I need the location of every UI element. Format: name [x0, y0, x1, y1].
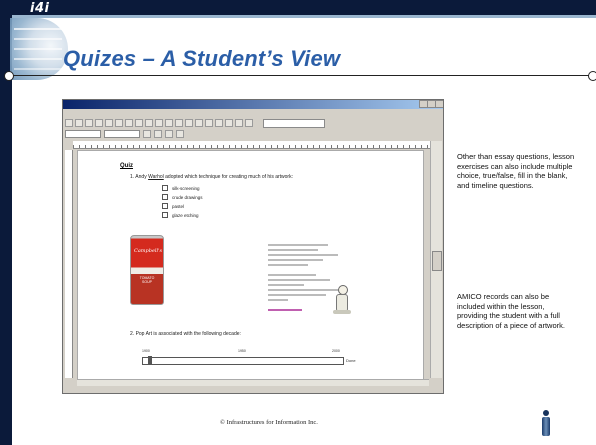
vertical-scrollbar[interactable]: [430, 141, 442, 378]
timeline-label-mid: 1950: [238, 349, 246, 353]
toolbar-button[interactable]: [155, 119, 163, 127]
option-label: crude drawings: [172, 194, 203, 200]
option-crude-drawings[interactable]: crude drawings: [162, 194, 203, 200]
toolbar-button[interactable]: [145, 119, 153, 127]
vertical-ruler: [65, 150, 73, 378]
toolbar-button[interactable]: [225, 119, 233, 127]
artist-link[interactable]: Warhol: [148, 174, 164, 180]
globe-decoration: [10, 18, 68, 80]
quiz-heading: Quiz: [120, 163, 133, 169]
question-2: 2. Pop Art is associated with the follow…: [130, 331, 241, 337]
option-checkbox[interactable]: [162, 203, 168, 209]
question-1: 1. Andy Warhol adopted which technique f…: [130, 174, 293, 180]
toolbar-button[interactable]: [105, 119, 113, 127]
can-brand-text: Campbell's: [134, 248, 163, 254]
top-frame-bar: i4i: [0, 0, 596, 18]
toolbar-button[interactable]: [165, 119, 173, 127]
embedded-screenshot: Quiz 1. Andy Warhol adopted which techni…: [62, 99, 444, 394]
toolbar-button[interactable]: [143, 130, 151, 138]
style-select[interactable]: [65, 130, 101, 138]
title-divider: [8, 75, 592, 76]
question-text-pre: Andy: [135, 174, 149, 180]
brand-logo: i4i: [30, 1, 50, 16]
address-field[interactable]: [263, 118, 325, 128]
can-label-text: TOMATO SOUP: [139, 276, 155, 284]
option-checkbox[interactable]: [162, 212, 168, 218]
option-checkbox[interactable]: [162, 194, 168, 200]
toolbar: [65, 117, 441, 129]
status-bar: [63, 386, 443, 393]
option-glaze-etching[interactable]: glaze etching: [162, 212, 203, 218]
timeline-label-start: 1900: [142, 349, 150, 353]
toolbar-button[interactable]: [85, 119, 93, 127]
option-checkbox[interactable]: [162, 185, 168, 191]
slide-title: Quizes – A Student’s View: [63, 46, 341, 71]
question-number: 2.: [130, 331, 135, 337]
option-pastel[interactable]: pastel: [162, 203, 203, 209]
menu-bar: [63, 109, 443, 117]
timeline-label-end: 2000: [332, 349, 340, 353]
question-text-post: adopted which technique for creating muc…: [163, 174, 293, 180]
format-toolbar: [65, 129, 441, 139]
toolbar-button[interactable]: [195, 119, 203, 127]
horizontal-ruler: [73, 141, 431, 149]
record-link[interactable]: [268, 309, 302, 311]
font-select[interactable]: [104, 130, 140, 138]
done-button[interactable]: Done: [346, 358, 356, 363]
divider-endpoint-left: [4, 71, 14, 81]
toolbar-button[interactable]: [245, 119, 253, 127]
timeline-handle[interactable]: [148, 356, 152, 364]
horizontal-scrollbar[interactable]: [77, 379, 429, 386]
timeline-track[interactable]: [142, 357, 344, 365]
toolbar-button[interactable]: [95, 119, 103, 127]
toolbar-button[interactable]: [215, 119, 223, 127]
document-page: Quiz 1. Andy Warhol adopted which techni…: [77, 150, 424, 380]
toolbar-button[interactable]: [175, 119, 183, 127]
toolbar-button[interactable]: [125, 119, 133, 127]
question-number: 1.: [130, 174, 135, 180]
soup-can-artwork: Campbell's TOMATO SOUP: [130, 235, 164, 305]
close-icon[interactable]: [435, 100, 443, 108]
option-label: glaze etching: [172, 212, 199, 218]
toolbar-button[interactable]: [75, 119, 83, 127]
toolbar-button[interactable]: [65, 119, 73, 127]
note-amico-records: AMICO records can also be included withi…: [457, 292, 565, 330]
window-titlebar: [63, 100, 443, 109]
timeline-slider[interactable]: 1900 1950 2000 Done: [142, 349, 356, 367]
option-label: pastel: [172, 203, 185, 209]
footer-copyright: © Infrastructures for Information Inc.: [220, 419, 318, 426]
answer-options: silk-screening crude drawings pastel gla…: [162, 185, 203, 218]
toolbar-button[interactable]: [205, 119, 213, 127]
scroll-thumb[interactable]: [432, 251, 442, 271]
toolbar-button[interactable]: [165, 130, 173, 138]
divider-endpoint-right: [588, 71, 596, 81]
toolbar-button[interactable]: [185, 119, 193, 127]
toolbar-button[interactable]: [176, 130, 184, 138]
option-silk-screening[interactable]: silk-screening: [162, 185, 203, 191]
i4i-logo-icon: [540, 410, 552, 436]
option-label: silk-screening: [172, 185, 200, 191]
toolbar-button[interactable]: [115, 119, 123, 127]
toolbar-button[interactable]: [135, 119, 143, 127]
amico-record: [268, 243, 338, 319]
toolbar-button[interactable]: [235, 119, 243, 127]
note-exercise-types: Other than essay questions, lesson exerc…: [457, 152, 575, 190]
toolbar-button[interactable]: [154, 130, 162, 138]
question-text: Pop Art is associated with the following…: [135, 331, 241, 337]
assistant-figure-icon[interactable]: [333, 285, 351, 315]
